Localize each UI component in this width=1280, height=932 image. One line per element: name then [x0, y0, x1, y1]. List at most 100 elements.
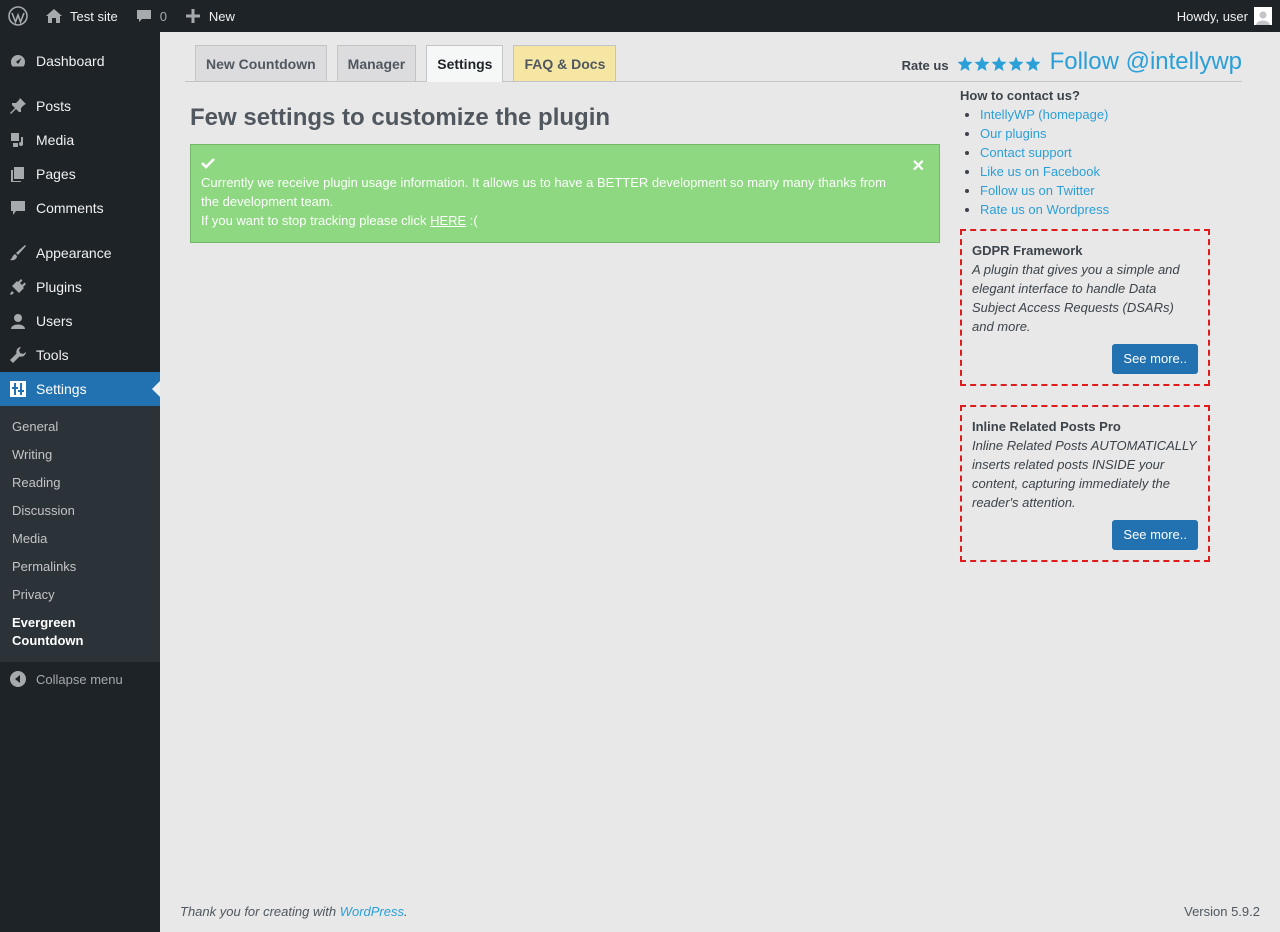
wordpress-link[interactable]: WordPress — [340, 904, 404, 919]
submenu-item-writing[interactable]: Writing — [0, 441, 160, 469]
sidebar-widgets: How to contact us? IntellyWP (homepage) … — [960, 88, 1220, 581]
sidebar-item-label: Comments — [36, 200, 104, 216]
site-name: Test site — [70, 8, 118, 24]
collapse-label: Collapse menu — [36, 671, 123, 687]
avatar — [1254, 7, 1272, 25]
footer-thanks: Thank you for creating with WordPress. — [180, 904, 408, 919]
star-icon — [957, 56, 973, 71]
sidebar-item-tools[interactable]: Tools — [0, 338, 160, 372]
sidebar-item-label: Media — [36, 132, 75, 148]
wordpress-logo-icon[interactable] — [0, 0, 36, 32]
sidebar-item-media[interactable]: Media — [0, 123, 160, 157]
list-item: IntellyWP (homepage) — [980, 105, 1220, 124]
list-item: Our plugins — [980, 124, 1220, 143]
footer-version: Version 5.9.2 — [1184, 904, 1260, 919]
see-more-button[interactable]: See more.. — [1112, 344, 1198, 374]
site-name-link[interactable]: Test site — [36, 0, 126, 32]
sidebar-item-label: Plugins — [36, 279, 82, 295]
submenu-label-line2: Countdown — [12, 633, 84, 648]
link-homepage[interactable]: IntellyWP (homepage) — [980, 107, 1108, 122]
submenu-item-general[interactable]: General — [0, 413, 160, 441]
list-item: Follow us on Twitter — [980, 181, 1220, 200]
see-more-button[interactable]: See more.. — [1112, 520, 1198, 550]
promo-inline-related-posts: Inline Related Posts Pro Inline Related … — [960, 405, 1210, 562]
page-title: Few settings to customize the plugin — [190, 104, 611, 131]
sidebar-item-appearance[interactable]: Appearance — [0, 236, 160, 270]
thanks-suffix: . — [404, 904, 408, 919]
promo-gdpr: GDPR Framework A plugin that gives you a… — [960, 229, 1210, 386]
contact-title: How to contact us? — [960, 88, 1080, 103]
sidebar-item-label: Dashboard — [36, 53, 105, 69]
close-icon[interactable]: ✕ — [912, 157, 925, 176]
pages-icon — [8, 164, 28, 184]
tab-manager[interactable]: Manager — [336, 45, 417, 81]
contact-links: IntellyWP (homepage) Our plugins Contact… — [960, 105, 1220, 219]
link-contact-support[interactable]: Contact support — [980, 145, 1072, 160]
submenu-item-media[interactable]: Media — [0, 525, 160, 553]
comment-icon — [134, 6, 154, 26]
star-icon — [1008, 56, 1024, 71]
sidebar-item-label: Pages — [36, 166, 76, 182]
collapse-menu-button[interactable]: Collapse menu — [0, 662, 160, 696]
brush-icon — [8, 243, 28, 263]
submenu-item-discussion[interactable]: Discussion — [0, 497, 160, 525]
link-twitter[interactable]: Follow us on Twitter — [980, 183, 1095, 198]
comment-icon — [8, 198, 28, 218]
tab-settings[interactable]: Settings — [426, 45, 504, 82]
notice-prefix: If you want to stop tracking please clic… — [201, 213, 431, 228]
submenu-item-permalinks[interactable]: Permalinks — [0, 553, 160, 581]
new-content-link[interactable]: New — [175, 0, 243, 32]
user-icon — [8, 311, 28, 331]
comments-link[interactable]: 0 — [126, 0, 175, 32]
link-rate-wordpress[interactable]: Rate us on Wordpress — [980, 202, 1109, 217]
tracking-notice: Currently we receive plugin usage inform… — [190, 144, 940, 243]
check-icon — [201, 155, 889, 173]
tab-faq-docs[interactable]: FAQ & Docs — [513, 45, 617, 81]
link-facebook[interactable]: Like us on Facebook — [980, 164, 1100, 179]
sidebar-item-label: Posts — [36, 98, 72, 114]
submenu-item-privacy[interactable]: Privacy — [0, 581, 160, 609]
submenu-label-line1: Evergreen — [12, 615, 76, 630]
home-icon — [44, 6, 64, 26]
sidebar-item-posts[interactable]: Posts — [0, 89, 160, 123]
pin-icon — [8, 96, 28, 116]
submenu-item-reading[interactable]: Reading — [0, 469, 160, 497]
new-label: New — [208, 8, 235, 24]
rating-stars[interactable] — [957, 56, 1042, 72]
plug-icon — [8, 277, 28, 297]
sidebar-item-label: Appearance — [36, 245, 112, 261]
howdy-text: Howdy, user — [1176, 8, 1248, 24]
sidebar-item-settings[interactable]: Settings — [0, 372, 160, 406]
stop-tracking-link[interactable]: HERE — [430, 213, 466, 228]
account-menu[interactable]: Howdy, user — [1169, 0, 1280, 32]
main-content: New Countdown Manager Settings FAQ & Doc… — [160, 32, 1280, 932]
sidebar-item-dashboard[interactable]: Dashboard — [0, 44, 160, 78]
sidebar-item-plugins[interactable]: Plugins — [0, 270, 160, 304]
notice-text-line2: If you want to stop tracking please clic… — [201, 211, 889, 230]
plus-icon — [183, 6, 203, 26]
notice-suffix: :( — [466, 213, 478, 228]
media-icon — [8, 130, 28, 150]
wrench-icon — [8, 345, 28, 365]
sidebar-item-pages[interactable]: Pages — [0, 157, 160, 191]
star-icon — [974, 56, 990, 71]
link-our-plugins[interactable]: Our plugins — [980, 126, 1046, 141]
thanks-prefix: Thank you for creating with — [180, 904, 340, 919]
star-icon — [991, 56, 1007, 71]
sidebar-item-comments[interactable]: Comments — [0, 191, 160, 225]
notice-text: Currently we receive plugin usage inform… — [201, 175, 886, 209]
promo-title: Inline Related Posts Pro — [972, 419, 1121, 434]
rate-and-follow: Rate us Follow @intellywp — [902, 48, 1242, 76]
sidebar-item-users[interactable]: Users — [0, 304, 160, 338]
admin-sidebar: Dashboard Posts Media Pages Comments App… — [0, 32, 160, 932]
footer: Thank you for creating with WordPress. V… — [180, 904, 1260, 919]
follow-twitter-link[interactable]: Follow @intellywp — [1050, 48, 1242, 76]
list-item: Contact support — [980, 143, 1220, 162]
promo-description: A plugin that gives you a simple and ele… — [972, 262, 1180, 334]
star-icon — [1025, 56, 1041, 71]
tab-new-countdown[interactable]: New Countdown — [195, 45, 327, 81]
admin-bar: Test site 0 New Howdy, user — [0, 0, 1280, 32]
settings-main: Few settings to customize the plugin Cur… — [190, 104, 940, 243]
settings-icon — [8, 379, 28, 399]
submenu-item-evergreen-countdown[interactable]: Evergreen Countdown — [0, 609, 160, 655]
